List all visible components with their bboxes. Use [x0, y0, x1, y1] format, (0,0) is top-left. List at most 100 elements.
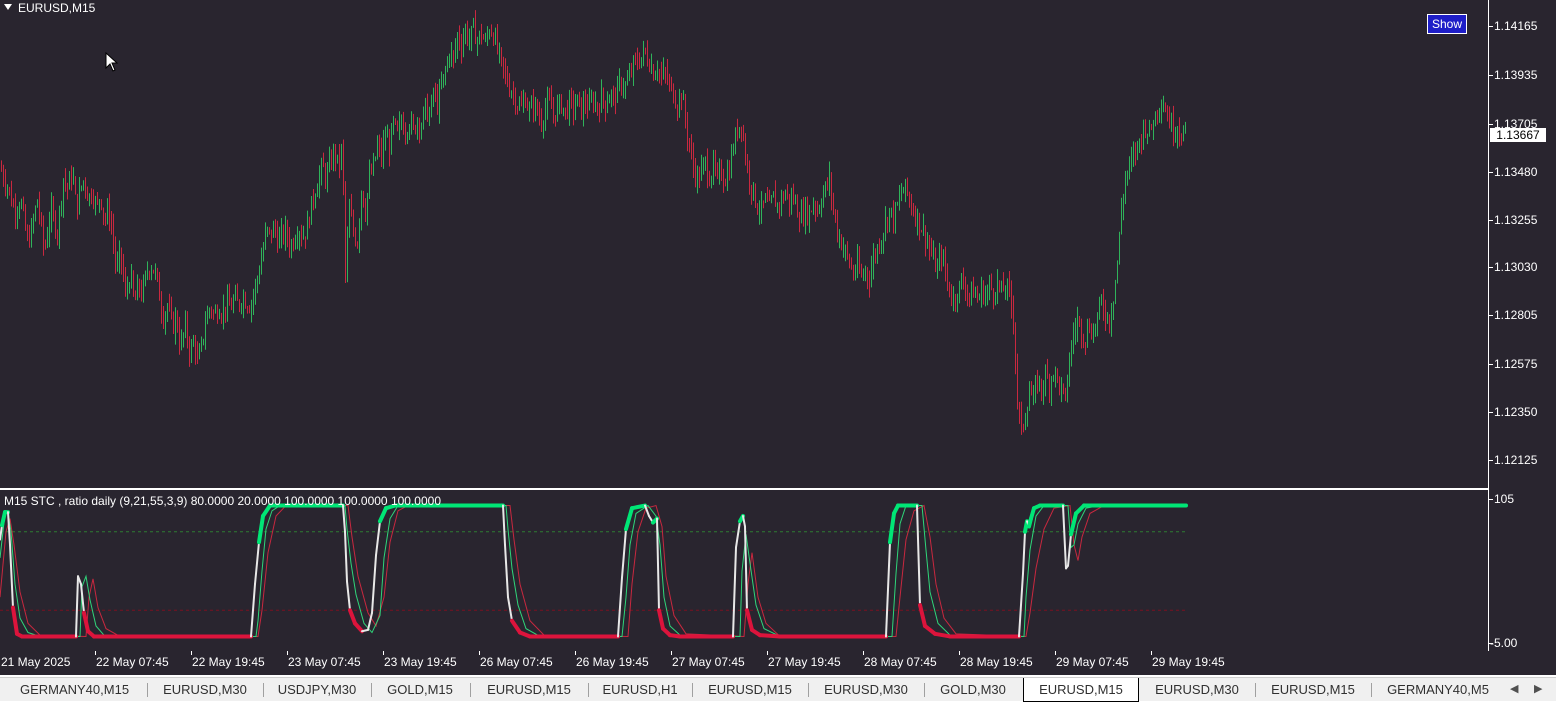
chart-tab[interactable]: GOLD,M15 — [373, 680, 467, 701]
price-scale-tick — [1489, 124, 1493, 125]
price-scale-tick — [1489, 364, 1493, 365]
tab-divider — [1371, 683, 1372, 697]
price-scale-label: 1.13030 — [1494, 260, 1538, 274]
stc-main-segment — [504, 543, 509, 599]
chart-tabs-bar: GERMANY40,M15 EURUSD,M30 USDJPY,M30 GOLD… — [0, 677, 1556, 702]
chart-tab[interactable]: EURUSD,M15 — [694, 680, 806, 701]
indicator-scale-tick — [1489, 499, 1493, 500]
stc-main-segment — [7, 511, 11, 546]
stc-main-segment — [657, 608, 665, 631]
stc-main-segment — [375, 520, 381, 557]
stc-indicator-pane[interactable]: M15 STC , ratio daily (9,21,55,3,9) 80.0… — [0, 490, 1489, 651]
stc-main-segment — [254, 541, 260, 586]
stc-indicator-canvas — [0, 503, 1188, 639]
scroll-right-icon[interactable]: ▶ — [1534, 682, 1542, 695]
price-scale-tick — [1489, 412, 1493, 413]
mouse-cursor-icon — [105, 52, 119, 72]
stc-main-segment — [344, 530, 348, 583]
stc-main-segment — [257, 514, 265, 545]
stc-main-segment — [758, 633, 782, 639]
time-label: 29 May 07:45 — [1056, 655, 1129, 669]
price-scale-label: 1.12350 — [1494, 405, 1538, 419]
indicator-scale-top: 105 — [1494, 492, 1515, 506]
stc-main-segment — [888, 511, 896, 545]
tab-divider — [588, 683, 589, 697]
chart-tab[interactable]: EURUSD,H1 — [590, 680, 690, 701]
price-scale-label: 1.12805 — [1494, 308, 1538, 322]
tab-divider — [263, 683, 264, 697]
time-label: 29 May 19:45 — [1152, 655, 1225, 669]
chart-tab[interactable]: GOLD,M30 — [926, 680, 1020, 701]
time-label: 26 May 19:45 — [576, 655, 649, 669]
price-scale-tick — [1489, 220, 1493, 221]
time-label: 23 May 19:45 — [384, 655, 457, 669]
price-scale-label: 1.14165 — [1494, 19, 1538, 33]
chart-tab[interactable]: EURUSD,M30 — [810, 680, 922, 701]
stc-main-segment — [624, 506, 634, 532]
current-price-label: 1.13667 — [1490, 128, 1546, 142]
price-scale-label: 1.13255 — [1494, 213, 1538, 227]
symbol-label[interactable]: EURUSD,M15 — [4, 1, 95, 15]
stc-main-segment — [346, 580, 351, 612]
chart-tab-active[interactable]: EURUSD,M15 — [1023, 678, 1139, 702]
stc-main-segment — [1018, 572, 1024, 638]
price-scale-tick — [1489, 75, 1493, 76]
stc-main-segment — [348, 608, 357, 626]
time-label: 26 May 07:45 — [480, 655, 553, 669]
stc-main-segment — [75, 575, 79, 638]
stc-main-segment — [1069, 511, 1078, 537]
price-scale-tick — [1489, 172, 1493, 173]
chart-tab[interactable]: USDJPY,M30 — [265, 680, 369, 701]
tab-divider — [147, 683, 148, 697]
price-scale-label: 1.13480 — [1494, 165, 1538, 179]
chart-tab[interactable]: EURUSD,M15 — [472, 680, 586, 701]
dropdown-triangle-icon[interactable] — [4, 4, 12, 10]
stc-main-segment — [0, 524, 3, 541]
stc-main-segment — [378, 506, 388, 524]
scroll-left-icon[interactable]: ◀ — [1510, 682, 1518, 695]
tab-divider — [1255, 683, 1256, 697]
time-label: 21 May 2025 — [1, 655, 71, 669]
stc-main-segment — [0, 510, 7, 528]
stc-main-segment — [11, 605, 19, 636]
time-label: 23 May 07:45 — [288, 655, 361, 669]
stc-main-segment — [916, 504, 921, 607]
stc-main-segment — [735, 520, 741, 549]
price-scale[interactable] — [1489, 0, 1556, 651]
time-label: 27 May 19:45 — [768, 655, 841, 669]
indicator-label: M15 STC , ratio daily (9,21,55,3,9) 80.0… — [4, 494, 441, 508]
stc-main-segment — [353, 621, 364, 634]
time-label: 28 May 19:45 — [960, 655, 1033, 669]
chart-tab[interactable]: EURUSD,M15 — [1257, 680, 1369, 701]
time-label: 22 May 07:45 — [96, 655, 169, 669]
tab-divider — [924, 683, 925, 697]
stc-main-segment — [742, 515, 746, 528]
time-label: 27 May 07:45 — [672, 655, 745, 669]
price-chart-canvas — [1, 10, 1186, 435]
stc-fast-line — [0, 504, 1186, 637]
stc-main-segment — [510, 618, 522, 635]
tab-divider — [808, 683, 809, 697]
chart-tab[interactable]: EURUSD,M30 — [149, 680, 261, 701]
stc-main-segment — [933, 631, 952, 639]
chart-tab[interactable]: GERMANY40,M5 — [1373, 680, 1503, 701]
stc-main-segment — [507, 596, 513, 622]
stc-main-segment — [1062, 504, 1067, 570]
chart-tab[interactable]: EURUSD,M30 — [1141, 680, 1253, 701]
stc-main-segment — [617, 576, 623, 638]
price-scale-label: 1.12125 — [1494, 453, 1538, 467]
stc-main-segment — [1022, 530, 1026, 575]
indicator-scale-bottom: -5.00 — [1490, 636, 1518, 650]
tab-divider — [470, 683, 471, 697]
time-scale[interactable]: 21 May 2025 22 May 07:45 22 May 19:45 23… — [0, 651, 1556, 675]
symbol-label-text: EURUSD,M15 — [18, 1, 96, 15]
show-button[interactable]: Show — [1427, 14, 1467, 34]
price-scale-tick — [1489, 267, 1493, 268]
chart-tab[interactable]: GERMANY40,M15 — [4, 680, 145, 701]
stc-main-segment — [630, 503, 647, 511]
tab-divider — [371, 683, 372, 697]
price-chart-area[interactable]: EURUSD,M15 Show — [0, 0, 1489, 488]
time-label: 28 May 07:45 — [864, 655, 937, 669]
stc-main-segment — [732, 546, 737, 638]
price-scale-label: 1.13935 — [1494, 68, 1538, 82]
